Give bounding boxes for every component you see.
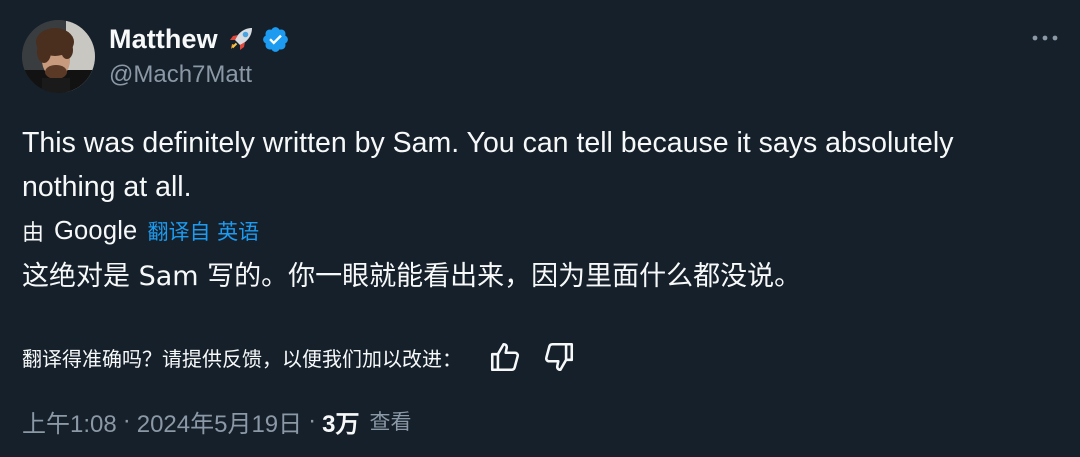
translation-feedback: 翻译得准确吗？请提供反馈，以便我们加以改进： bbox=[22, 337, 576, 377]
rocket-icon bbox=[229, 28, 252, 50]
verified-badge-icon[interactable] bbox=[261, 25, 290, 54]
author-name-row: Matthew bbox=[109, 21, 290, 57]
separator: · bbox=[122, 407, 131, 434]
display-name[interactable]: Matthew bbox=[109, 24, 218, 55]
avatar[interactable] bbox=[22, 20, 95, 93]
tweet-date[interactable]: 2024年5月19日 bbox=[137, 404, 302, 439]
tweet-meta: 上午1:08 · 2024年5月19日 · 3万 查看 bbox=[22, 403, 412, 439]
thumbs-up-icon[interactable] bbox=[488, 340, 522, 374]
translation-attribution: 由 Google 翻译自 英语 bbox=[22, 213, 259, 249]
feedback-prompt: 翻译得准确吗？请提供反馈，以便我们加以改进： bbox=[22, 346, 462, 371]
tweet-text: This was definitely written by Sam. You … bbox=[22, 127, 954, 203]
translated-from-link[interactable]: 翻译自 英语 bbox=[147, 216, 259, 246]
translated-by-label: 由 bbox=[22, 221, 45, 246]
separator: · bbox=[308, 407, 317, 434]
more-dots-icon[interactable] bbox=[1030, 30, 1060, 46]
author-handle[interactable]: @Mach7Matt bbox=[109, 61, 252, 89]
translated-text: 这绝对是 Sam 写的。你一眼就能看出来，因为里面什么都没说。 bbox=[22, 261, 802, 292]
views-count[interactable]: 3万 bbox=[322, 404, 359, 439]
tweet-time[interactable]: 上午1:08 bbox=[22, 404, 117, 439]
google-logo: Google bbox=[54, 216, 138, 245]
thumbs-down-icon[interactable] bbox=[542, 340, 576, 374]
views-label: 查看 bbox=[369, 410, 412, 434]
